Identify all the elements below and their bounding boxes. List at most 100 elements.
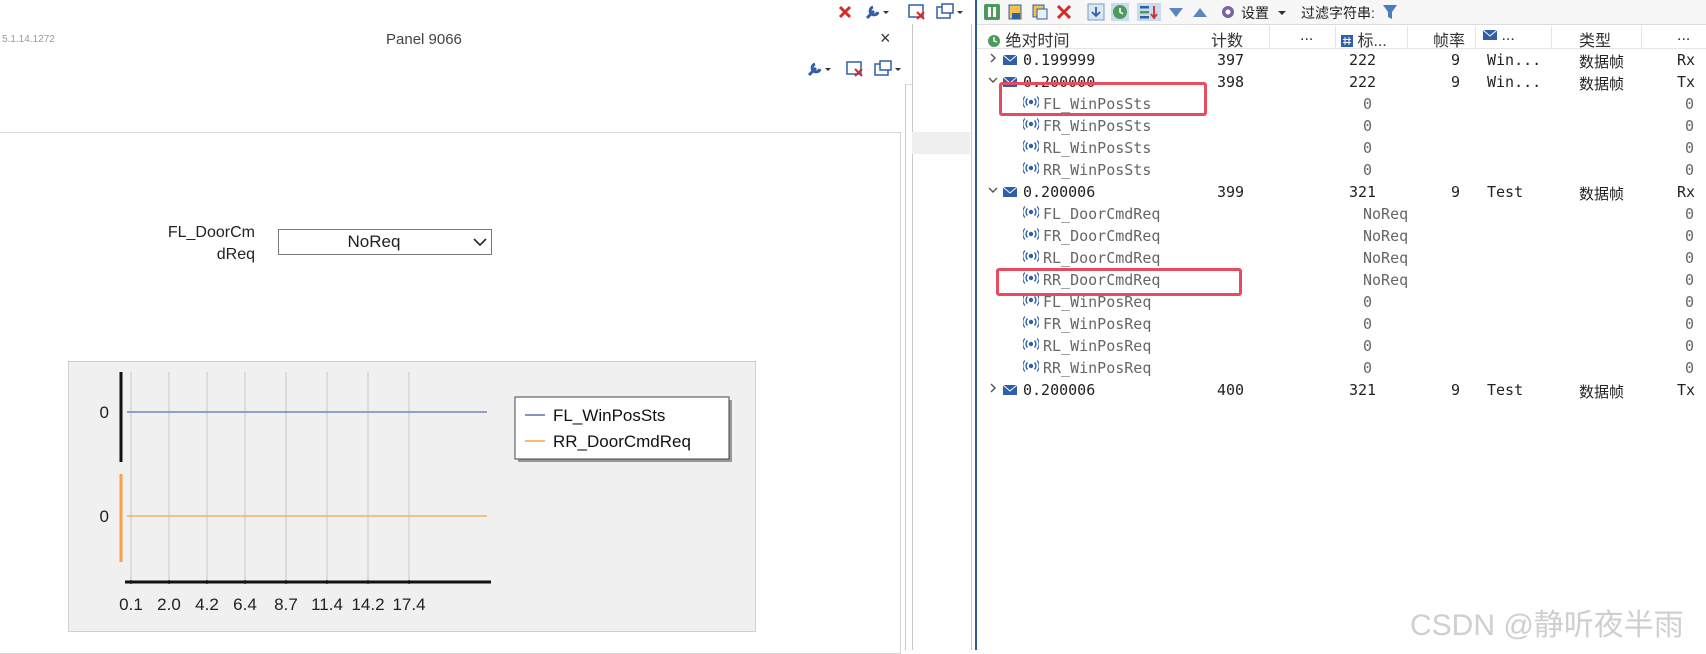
signal-icon [1022,117,1040,135]
trace-message-row[interactable]: 0.200006 399 321 9 Test 数据帧 Rx [977,181,1706,203]
gear-icon[interactable] [1219,3,1237,21]
signal-last: 0 [1685,161,1695,179]
chevron-right-icon[interactable] [987,51,999,69]
msg-id: 321 [1349,183,1377,201]
envelope-icon [1482,29,1498,40]
wrench-icon[interactable] [864,3,890,21]
msg-rate: 9 [1451,381,1461,399]
chevron-down-icon[interactable] [987,73,999,91]
panel-wrench-icon[interactable] [806,60,832,78]
signal-name: FL_DoorCmdReq [1043,205,1161,223]
signal-value: 0 [1363,95,1373,113]
panel-close-button[interactable]: × [880,28,891,49]
x-tick-label: 8.7 [274,595,298,614]
clear-icon[interactable] [1055,3,1073,21]
trace-signal-row[interactable]: FR_WinPosReq 0 0 [977,313,1706,335]
dir-column-header[interactable]: ... [1677,27,1690,45]
signal-icon [1022,139,1040,157]
door-cmd-label-line1: FL_DoorCm [167,224,255,241]
export-icon[interactable] [1007,3,1025,21]
signal-icon [1022,227,1040,245]
msg-name: Win... [1487,51,1542,69]
signal-last: 0 [1685,205,1695,223]
version-label: 5.1.14.1272 [2,34,55,45]
trace-signal-row[interactable]: FR_DoorCmdReq NoReq 0 [977,225,1706,247]
signal-last: 0 [1685,315,1695,333]
envelope-icon [1002,381,1018,399]
signal-last: 0 [1685,337,1695,355]
arrow-up-icon[interactable] [1191,3,1209,21]
window-pop-icon[interactable] [936,3,964,21]
chevron-down-icon[interactable] [469,230,491,254]
pause-icon[interactable] [983,3,1001,21]
count-column-header[interactable]: 计数 [1211,27,1243,51]
msg-name: Test [1487,183,1524,201]
signal-value: 0 [1363,161,1373,179]
x-tick-label: 17.4 [392,595,425,614]
trace-window: 设置 过滤字符串: 绝对时间 计数 ... 标... 帧率 ... 类型 ...… [975,0,1706,650]
msg-count: 399 [1217,183,1245,201]
msg-type: 数据帧 [1579,185,1625,203]
signal-value: NoReq [1363,227,1409,245]
signal-last: 0 [1685,249,1695,267]
signal-last: 0 [1685,293,1695,311]
time-column-header[interactable]: 绝对时间 [987,27,1069,51]
rate-column-header[interactable]: 帧率 [1433,27,1465,51]
msg-type: 数据帧 [1579,53,1625,71]
settings-dropdown-icon[interactable] [1277,3,1287,26]
id-column-header[interactable]: 标... [1341,27,1387,51]
sort-icon[interactable] [1137,3,1161,21]
chevron-down-icon[interactable] [987,183,999,201]
panel-window-close-icon[interactable] [846,60,866,78]
window-close-icon[interactable] [908,3,928,21]
trace-signal-row[interactable]: FR_WinPosSts 0 0 [977,115,1706,137]
arrow-down-icon[interactable] [1167,3,1185,21]
trace-signal-row[interactable]: RR_WinPosSts 0 0 [977,159,1706,181]
trace-message-row[interactable]: 0.199999 397 222 9 Win... 数据帧 Rx [977,49,1706,71]
close-red-icon[interactable] [836,3,854,21]
trace-signal-row[interactable]: RL_WinPosReq 0 0 [977,335,1706,357]
panel-window-pop-icon[interactable] [874,60,902,78]
type-column-header[interactable]: 类型 [1579,27,1611,51]
trace-signal-row[interactable]: FL_DoorCmdReq NoReq 0 [977,203,1706,225]
signal-name: RL_WinPosReq [1043,337,1152,355]
filter-icon[interactable] [1381,3,1399,21]
signal-value: NoReq [1363,249,1409,267]
watermark: CSDN @静听夜半雨 [1410,609,1684,642]
door-cmd-label-line2: dReq [216,246,255,263]
name-column-header[interactable]: ... [1482,27,1515,45]
trace-message-row[interactable]: 0.200006 400 321 9 Test 数据帧 Tx [977,379,1706,401]
door-cmd-select[interactable]: NoReq [278,229,492,255]
msg-id: 222 [1349,51,1377,69]
copy-icon[interactable] [1031,3,1049,21]
signal-last: 0 [1685,271,1695,289]
signal-icon [1022,249,1040,267]
signal-last: 0 [1685,95,1695,113]
envelope-icon [1002,51,1018,69]
signal-last: 0 [1685,117,1695,135]
msg-name: Win... [1487,73,1542,91]
trace-signal-row[interactable]: RL_DoorCmdReq NoReq 0 [977,247,1706,269]
trace-signal-row[interactable]: RL_WinPosSts 0 0 [977,137,1706,159]
msg-name: Test [1487,381,1524,399]
settings-menu[interactable]: 设置 [1241,3,1269,23]
signal-value: 0 [1363,293,1373,311]
signal-name: RL_DoorCmdReq [1043,249,1161,267]
msg-rate: 9 [1451,73,1461,91]
envelope-icon [1002,183,1018,201]
clock-small-icon [988,35,1000,47]
scroll-down-icon[interactable] [1087,3,1105,21]
msg-dir: Tx [1677,73,1696,91]
splitter-column[interactable] [912,24,972,650]
signal-name: FR_WinPosSts [1043,117,1152,135]
signal-value: 0 [1363,139,1373,157]
msg-id: 222 [1349,73,1377,91]
dots-column-header[interactable]: ... [1300,27,1313,45]
signal-name: FR_DoorCmdReq [1043,227,1161,245]
chevron-right-icon[interactable] [987,381,999,399]
clock-icon[interactable] [1111,3,1129,21]
trace-signal-row[interactable]: RR_WinPosReq 0 0 [977,357,1706,379]
splitter-selection [912,132,970,154]
main-toolbar [0,0,963,24]
legend-label: FL_WinPosSts [553,406,665,425]
